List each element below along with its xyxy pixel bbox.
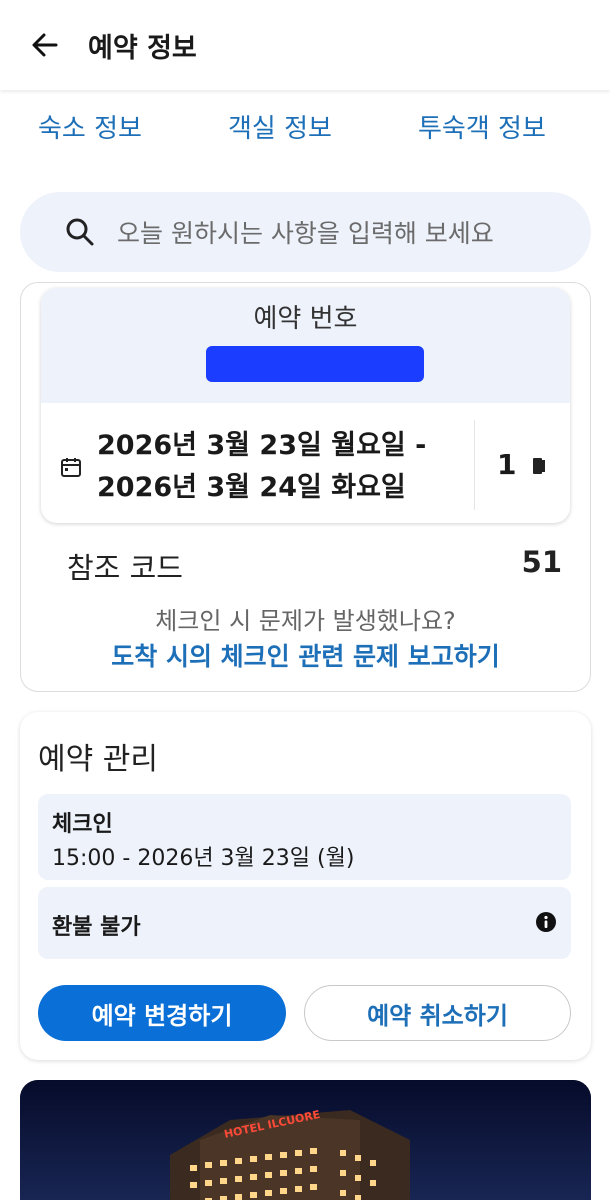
manage-booking-card: 예약 관리 체크인 15:00 - 2026년 3월 23일 (월) 환불 불가… xyxy=(20,712,591,1060)
checkin-label: 체크인 xyxy=(52,812,113,837)
refund-policy: 환불 불가 xyxy=(38,887,571,959)
date-end: 2026년 3월 24일 화요일 xyxy=(97,472,406,503)
reservation-number-panel: 예약 번호 xyxy=(41,288,570,403)
search-input[interactable]: 오늘 원하시는 사항을 입력해 보세요 xyxy=(117,214,494,250)
tab-property-info[interactable]: 숙소 정보 xyxy=(38,108,142,145)
search-bar[interactable]: 오늘 원하시는 사항을 입력해 보세요 xyxy=(20,192,591,272)
refund-label: 환불 불가 xyxy=(52,915,141,940)
report-checkin-problem-link[interactable]: 도착 시의 체크인 관련 문제 보고하기 xyxy=(21,637,590,673)
arrow-left-icon xyxy=(32,33,58,57)
checkin-info: 체크인 15:00 - 2026년 3월 23일 (월) xyxy=(38,794,571,880)
reference-code-value: 51 xyxy=(521,545,562,579)
date-range: 2026년 3월 23일 월요일 - 2026년 3월 24일 화요일 xyxy=(97,425,426,509)
nights-count: 1 xyxy=(497,448,517,481)
stay-dates: 2026년 3월 23일 월요일 - 2026년 3월 24일 화요일 1 xyxy=(41,420,570,510)
checkin-problem-text: 체크인 시 문제가 발생했나요? xyxy=(155,607,456,635)
booking-card: 예약 번호 2026년 3월 23일 월요일 - 2026년 3월 24일 화요… xyxy=(20,282,591,692)
section-tabs: 숙소 정보 객실 정보 투숙객 정보 xyxy=(0,108,610,160)
reservation-number-label: 예약 번호 xyxy=(253,304,358,334)
hotel-photo: HOTEL ILCUORE xyxy=(20,1080,591,1200)
cancel-booking-button[interactable]: 예약 취소하기 xyxy=(304,985,571,1041)
manage-title: 예약 관리 xyxy=(38,742,158,777)
calendar-icon xyxy=(61,458,81,477)
date-start: 2026년 3월 23일 월요일 - xyxy=(97,430,427,461)
divider xyxy=(474,420,475,510)
page-title: 예약 정보 xyxy=(88,32,197,64)
info-icon[interactable] xyxy=(535,911,557,933)
checkin-time: 15:00 - 2026년 3월 23일 (월) xyxy=(52,846,355,871)
change-booking-button[interactable]: 예약 변경하기 xyxy=(38,985,286,1041)
app-header: 예약 정보 xyxy=(0,0,610,90)
tab-room-info[interactable]: 객실 정보 xyxy=(228,108,332,145)
back-button[interactable] xyxy=(0,0,90,90)
hotel-illustration: HOTEL ILCUORE xyxy=(20,1080,591,1200)
moon-icon xyxy=(533,458,545,474)
search-icon xyxy=(66,218,94,246)
tab-guest-info[interactable]: 투숙객 정보 xyxy=(418,108,546,145)
reference-code-label: 참조 코드 xyxy=(67,551,183,585)
reservation-summary: 예약 번호 2026년 3월 23일 월요일 - 2026년 3월 24일 화요… xyxy=(41,288,570,523)
redacted-reservation-number xyxy=(206,346,424,382)
